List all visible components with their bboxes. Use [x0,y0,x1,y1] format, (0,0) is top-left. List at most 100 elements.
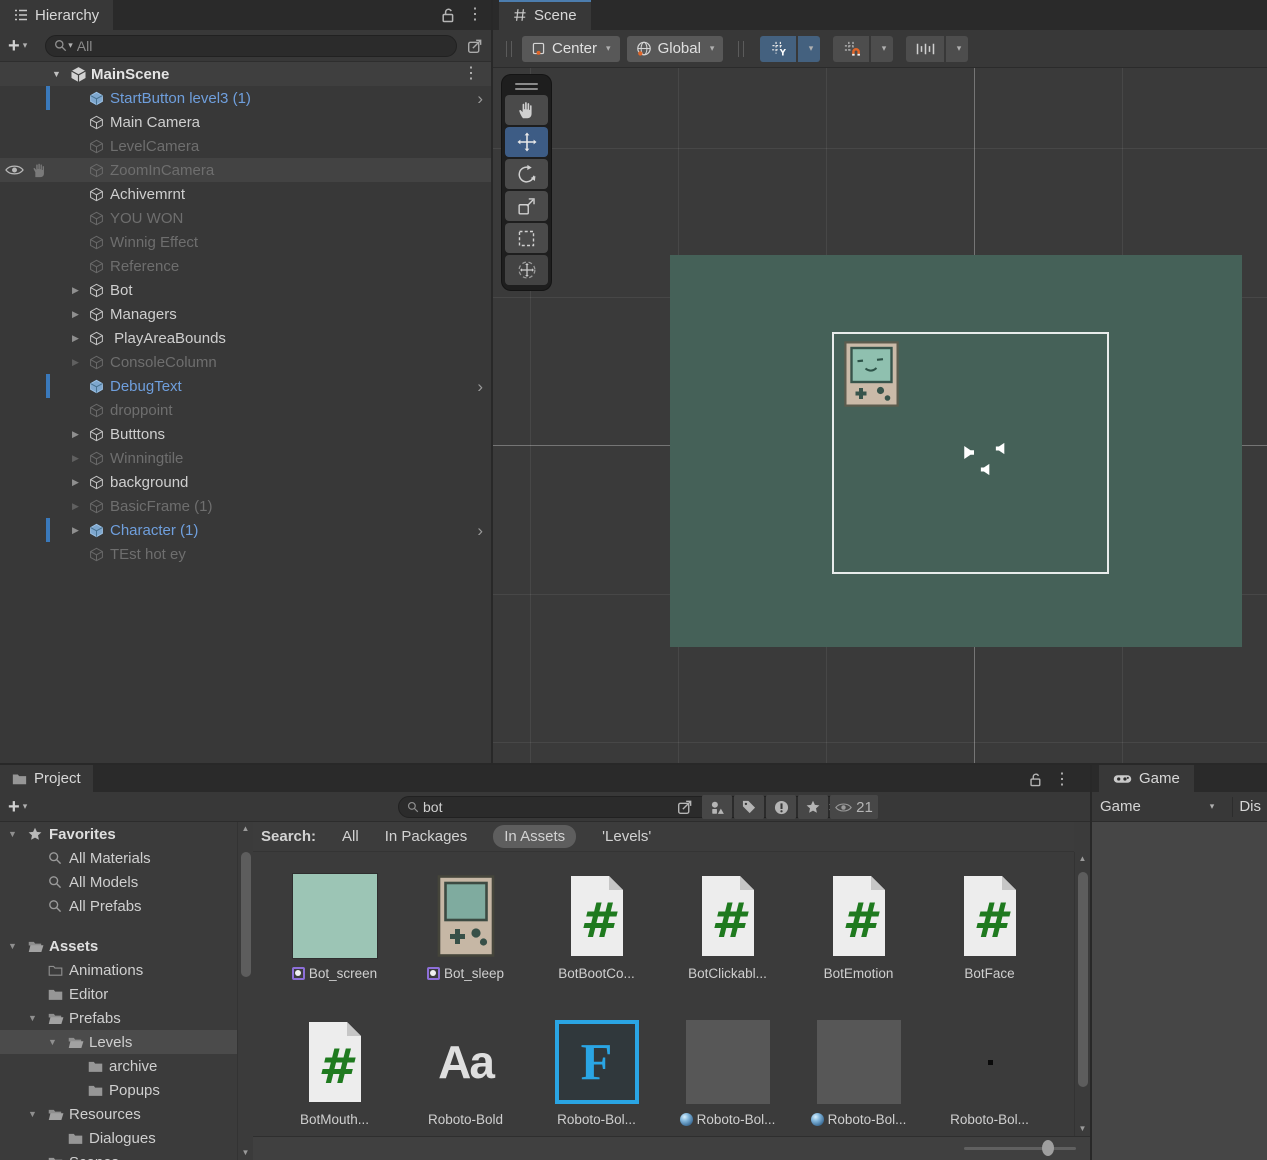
scene-kebab-icon[interactable]: ⋮ [463,66,479,82]
scope-all[interactable]: All [342,828,359,845]
bot-character-sprite[interactable] [844,341,899,407]
project-add-button[interactable]: + [8,797,20,817]
scroll-up-icon[interactable]: ▲ [238,822,253,836]
tree-item-editor[interactable]: Editor [0,982,237,1006]
tree-item-all-prefabs[interactable]: All Prefabs [0,894,237,918]
hierarchy-item-reference[interactable]: Reference [0,254,491,278]
transform-tool-button[interactable] [505,255,548,285]
asset-tile-botclickabl[interactable]: BotClickabl... [662,874,793,982]
expand-arrow-icon[interactable]: ▶ [72,429,89,440]
open-window-icon[interactable] [670,795,700,819]
hierarchy-item-zoomincamera[interactable]: ZoomInCamera [0,158,491,182]
scroll-down-icon[interactable]: ▼ [1075,1122,1090,1136]
hidden-count-toggle[interactable]: 21 [830,795,878,819]
expand-arrow-icon[interactable]: ▶ [72,501,89,512]
hierarchy-item-winnig-effect[interactable]: Winnig Effect [0,230,491,254]
scope-in-assets[interactable]: In Assets [493,825,576,848]
collapse-arrow-icon[interactable]: ▼ [8,829,28,839]
scene-viewport[interactable] [493,68,1267,763]
tree-item-all-materials[interactable]: All Materials [0,846,237,870]
menu-kebab-icon[interactable]: ⋮ [1054,772,1070,788]
tree-item-all-models[interactable]: All Models [0,870,237,894]
grid-snapping-toggle[interactable] [833,36,869,62]
grid-snapping-options[interactable]: ▾ [871,36,893,62]
expand-arrow-icon[interactable]: ▶ [72,285,89,296]
asset-tile-roboto-bold-tmp[interactable]: F Roboto-Bol... [531,1020,662,1128]
hierarchy-add-button[interactable]: + [8,36,20,56]
hierarchy-item-background[interactable]: ▶ background [0,470,491,494]
asset-tile-botbootco[interactable]: BotBootCo... [531,874,662,982]
asset-tile-botmouth[interactable]: BotMouth... [269,1020,400,1128]
scope-levels[interactable]: 'Levels' [602,828,651,845]
search-filter-caret-icon[interactable]: ▾ [68,40,73,51]
hierarchy-item-bot[interactable]: ▶ Bot [0,278,491,302]
lock-icon[interactable] [1029,773,1042,787]
scrollbar-thumb[interactable] [1078,872,1088,1087]
hierarchy-add-caret-icon[interactable]: ▾ [23,40,28,51]
tree-item-popups[interactable]: Popups [0,1078,237,1102]
pickability-hand-icon[interactable] [31,163,46,178]
audio-source-gizmo-icon[interactable] [980,463,993,476]
project-add-caret-icon[interactable]: ▾ [23,801,28,812]
asset-tile-roboto-bold-material-2[interactable]: Roboto-Bol... [793,1020,924,1128]
favorites-filter-button[interactable] [798,795,828,819]
hierarchy-item-droppoint[interactable]: droppoint [0,398,491,422]
hierarchy-item-playareabounds[interactable]: ▶ PlayAreaBounds [0,326,491,350]
tool-handle-position-dropdown[interactable]: Center ▾ [522,36,620,62]
collapse-arrow-icon[interactable]: ▼ [8,941,28,951]
view-hand-tool-button[interactable] [505,95,548,125]
hierarchy-item-levelcamera[interactable]: LevelCamera [0,134,491,158]
audio-source-gizmo-icon[interactable] [960,445,975,460]
asset-grid-scrollbar[interactable]: ▲ ▼ [1074,852,1090,1136]
slider-thumb[interactable] [1042,1140,1054,1156]
hierarchy-item-butttons[interactable]: ▶ Butttons [0,422,491,446]
visibility-eye-icon[interactable] [5,164,24,176]
audio-source-gizmo-icon[interactable] [995,442,1008,455]
expand-arrow-icon[interactable]: ▶ [72,477,89,488]
tab-hierarchy[interactable]: Hierarchy [0,0,113,30]
hierarchy-search-field[interactable]: ▾ [45,35,457,57]
asset-tile-bot-sleep[interactable]: Bot_sleep [400,874,531,982]
tab-game[interactable]: Game [1099,765,1194,792]
collapse-arrow-icon[interactable]: ▼ [28,1013,48,1023]
import-log-button[interactable] [766,795,796,819]
hierarchy-item-test-hot-ey[interactable]: TEst hot ey [0,542,491,566]
snap-increment-options[interactable]: ▾ [946,36,968,62]
asset-tile-roboto-bold-3[interactable]: Roboto-Bol... [924,1020,1055,1128]
collapse-arrow-icon[interactable]: ▼ [28,1109,48,1119]
scroll-up-icon[interactable]: ▲ [1075,852,1090,866]
hierarchy-item-managers[interactable]: ▶ Managers [0,302,491,326]
asset-tile-botface[interactable]: BotFace [924,874,1055,982]
expand-arrow-icon[interactable]: ▶ [72,333,89,344]
tree-item-animations[interactable]: Animations [0,958,237,982]
collapse-arrow-icon[interactable]: ▼ [52,69,70,79]
tab-scene[interactable]: Scene [499,0,591,30]
tree-item-dialogues[interactable]: Dialogues [0,1126,237,1150]
tool-handle-rotation-dropdown[interactable]: Global ▾ [627,36,724,62]
game-viewport[interactable] [1092,822,1267,1160]
expand-arrow-icon[interactable]: ▶ [72,357,89,368]
hierarchy-item-winningtile[interactable]: ▶ Winningtile [0,446,491,470]
rect-tool-button[interactable] [505,223,548,253]
overlay-drag-handle[interactable] [505,79,548,93]
hierarchy-search-input[interactable] [77,38,448,54]
filter-by-type-button[interactable] [702,795,732,819]
tree-scrollbar[interactable]: ▲ ▼ [237,822,253,1160]
tree-item-levels[interactable]: ▼ Levels [0,1030,237,1054]
toolbar-drag-handle[interactable] [506,41,512,57]
prefab-open-chevron[interactable]: › [477,378,483,395]
tree-item-favorites[interactable]: ▼ Favorites [0,822,237,846]
open-window-icon[interactable] [467,38,483,54]
scrollbar-thumb[interactable] [241,852,251,977]
asset-tile-botemotion[interactable]: BotEmotion [793,874,924,982]
tree-item-scenes[interactable]: Scenes [0,1150,237,1160]
tree-item-archive[interactable]: archive [0,1054,237,1078]
tree-item-assets[interactable]: ▼ Assets [0,934,237,958]
lock-icon[interactable] [441,8,455,23]
filter-by-label-button[interactable] [734,795,764,819]
tree-item-resources[interactable]: ▼ Resources [0,1102,237,1126]
toolbar-drag-handle[interactable] [738,41,744,57]
asset-tile-roboto-bold-font[interactable]: Aa Roboto-Bold [400,1020,531,1128]
grid-visibility-options[interactable]: ▾ [798,36,820,62]
hierarchy-item-consolecolumn[interactable]: ▶ ConsoleColumn [0,350,491,374]
